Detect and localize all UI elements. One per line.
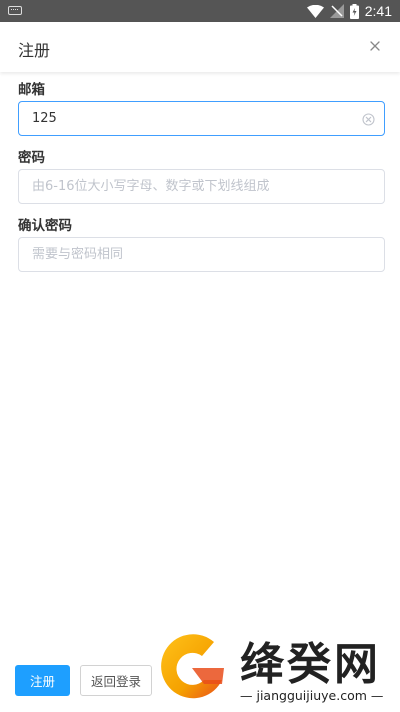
watermark: 绛癸网 — jiangguijiuye.com —: [152, 628, 400, 712]
status-bar: 2:41: [0, 0, 400, 22]
page-title: 注册: [18, 41, 51, 60]
signal-icon: [329, 4, 344, 18]
watermark-logo-icon: [161, 634, 224, 699]
confirm-password-input[interactable]: [19, 238, 384, 271]
header: 注册: [0, 22, 400, 72]
confirm-password-field-wrapper: [18, 237, 385, 272]
watermark-url: — jiangguijiuye.com —: [240, 688, 384, 703]
clock: 2:41: [364, 3, 392, 19]
battery-charging-icon: [349, 3, 359, 19]
clear-button[interactable]: [361, 112, 375, 126]
email-label: 邮箱: [18, 82, 45, 98]
password-input[interactable]: [19, 170, 384, 203]
confirm-password-label: 确认密码: [18, 218, 72, 234]
back-to-login-button[interactable]: 返回登录: [80, 665, 152, 696]
close-icon: [370, 41, 380, 51]
system-icons: 2:41: [306, 0, 392, 22]
close-button[interactable]: [364, 35, 386, 57]
watermark-text: 绛癸网: [240, 639, 381, 690]
wifi-icon: [306, 4, 324, 18]
email-field-wrapper: [18, 101, 385, 136]
password-field-wrapper: [18, 169, 385, 204]
watermark-url-text: jiangguijiuye.com: [256, 688, 367, 703]
register-button[interactable]: 注册: [15, 665, 70, 696]
keyboard-icon: [8, 6, 22, 15]
email-input[interactable]: [19, 102, 384, 135]
clear-circle-icon: [361, 112, 375, 126]
password-label: 密码: [18, 150, 45, 166]
